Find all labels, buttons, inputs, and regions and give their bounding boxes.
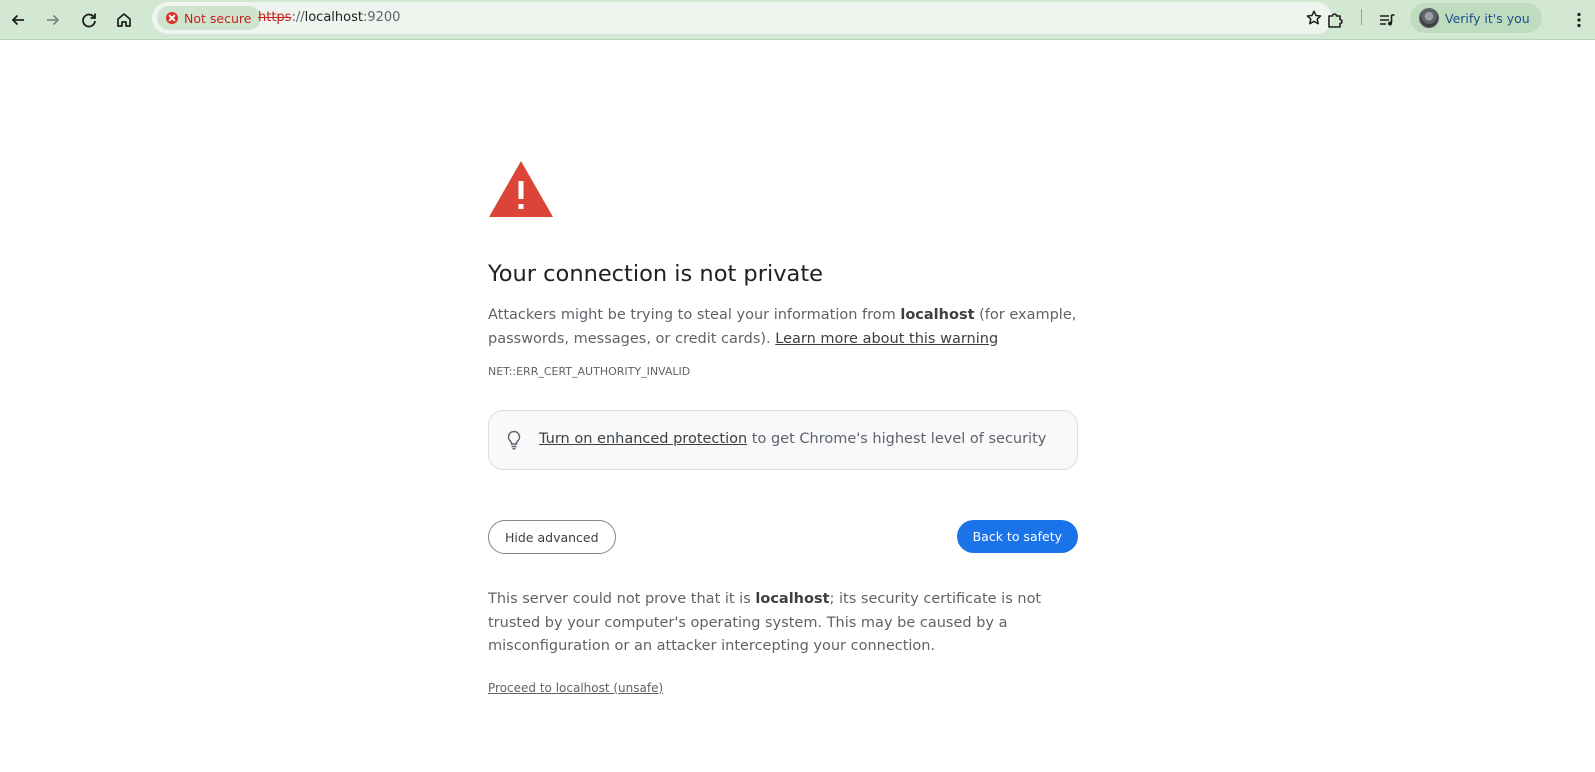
button-row: Hide advanced Back to safety — [488, 520, 1080, 554]
home-icon — [117, 13, 131, 27]
toolbar-divider — [1361, 9, 1362, 25]
enhanced-protection-box: Turn on enhanced protection to get Chrom… — [488, 410, 1078, 470]
url-scheme: https — [258, 10, 292, 25]
reload-icon — [82, 13, 96, 28]
browser-toolbar: Not secure https://localhost:9200 Verify… — [0, 0, 1595, 40]
back-to-safety-button[interactable]: Back to safety — [956, 520, 1078, 553]
detail-host: localhost — [755, 591, 830, 607]
url-host: localhost — [304, 10, 363, 25]
protection-text: Turn on enhanced protection to get Chrom… — [539, 431, 1046, 447]
detail-prefix: This server could not prove that it is — [488, 591, 756, 607]
extensions-button[interactable] — [1319, 4, 1351, 36]
security-chip-label: Not secure — [184, 10, 252, 26]
profile-button[interactable]: Verify it's you — [1410, 3, 1542, 33]
hide-advanced-button[interactable]: Hide advanced — [488, 520, 616, 554]
url-separator: :// — [291, 10, 305, 25]
security-chip[interactable]: Not secure — [157, 6, 262, 30]
extensions-icon — [1328, 13, 1343, 28]
learn-more-link[interactable]: Learn more about this warning — [775, 331, 998, 347]
reload-button[interactable] — [73, 4, 105, 36]
address-bar[interactable]: Not secure https://localhost:9200 — [152, 2, 1332, 34]
menu-kebab-icon — [1577, 12, 1581, 28]
home-button[interactable] — [108, 4, 140, 36]
not-secure-icon — [166, 12, 178, 24]
lightbulb-icon — [507, 430, 521, 450]
avatar — [1419, 8, 1439, 28]
media-queue-icon — [1380, 14, 1395, 26]
message-prefix: Attackers might be trying to steal your … — [488, 307, 901, 323]
back-button[interactable] — [2, 4, 34, 36]
forward-arrow-icon — [47, 14, 60, 26]
profile-label: Verify it's you — [1445, 10, 1530, 26]
warning-message: Attackers might be trying to steal your … — [488, 304, 1080, 351]
media-controls-button[interactable] — [1371, 4, 1403, 36]
message-host: localhost — [900, 307, 975, 323]
error-code: NET::ERR_CERT_AUTHORITY_INVALID — [488, 365, 691, 378]
page-title: Your connection is not private — [488, 261, 823, 287]
protection-suffix: to get Chrome's highest level of securit… — [747, 431, 1047, 447]
browser-menu-button[interactable] — [1563, 4, 1595, 36]
details-text: This server could not prove that it is l… — [488, 588, 1080, 659]
forward-button[interactable] — [37, 4, 69, 36]
url-port: :9200 — [362, 10, 401, 25]
enhanced-protection-link[interactable]: Turn on enhanced protection — [539, 431, 747, 447]
url-text[interactable]: https://localhost:9200 — [258, 10, 400, 25]
back-arrow-icon — [11, 14, 24, 26]
warning-triangle-icon — [489, 161, 553, 217]
proceed-unsafe-link[interactable]: Proceed to localhost (unsafe) — [488, 681, 663, 695]
interstitial-main: Your connection is not private Attackers… — [488, 160, 1080, 696]
